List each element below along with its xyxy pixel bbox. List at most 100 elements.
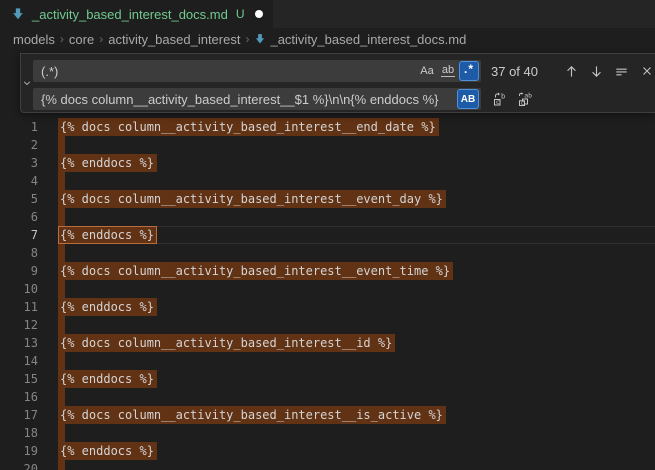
previous-match-button[interactable] xyxy=(561,61,582,82)
code-line[interactable]: 20 xyxy=(0,460,655,470)
match-case-toggle[interactable]: Aa xyxy=(417,61,437,81)
code-line[interactable]: 10 xyxy=(0,280,655,298)
breadcrumb-item-file[interactable]: _activity_based_interest_docs.md xyxy=(254,32,466,47)
replace-input[interactable] xyxy=(33,88,457,110)
code-line[interactable]: 6 xyxy=(0,208,655,226)
empty-line-match-highlight xyxy=(58,136,65,154)
markdown-file-icon xyxy=(10,6,26,22)
empty-line-match-highlight xyxy=(58,280,65,298)
replace-icon: b c xyxy=(492,91,508,107)
find-match-highlight: {% enddocs %} xyxy=(58,298,157,316)
line-number: 8 xyxy=(0,244,38,262)
line-content xyxy=(60,136,65,154)
whole-word-toggle[interactable]: ab xyxy=(438,61,458,81)
close-icon xyxy=(640,64,654,78)
empty-line-match-highlight xyxy=(58,424,65,442)
replace-all-icon: ab c xyxy=(517,91,533,107)
chevron-down-icon xyxy=(22,78,32,88)
line-content xyxy=(60,388,65,406)
code-line[interactable]: 19{% enddocs %} xyxy=(0,442,655,460)
empty-line-match-highlight xyxy=(58,172,65,190)
code-line[interactable]: 18 xyxy=(0,424,655,442)
code-line[interactable]: 12 xyxy=(0,316,655,334)
editor-pane[interactable]: 1{% docs column__activity_based_interest… xyxy=(0,50,655,470)
replace-all-button[interactable]: ab c xyxy=(514,89,535,110)
find-input[interactable] xyxy=(33,60,417,82)
line-content xyxy=(60,208,65,226)
close-find-widget-button[interactable] xyxy=(636,61,655,82)
find-replace-widget: Aa ab .* 37 of 40 xyxy=(20,53,655,113)
code-line[interactable]: 16 xyxy=(0,388,655,406)
svg-text:b: b xyxy=(501,93,505,101)
line-number: 3 xyxy=(0,154,38,172)
line-number: 5 xyxy=(0,190,38,208)
svg-text:ab: ab xyxy=(524,92,532,100)
empty-line-match-highlight xyxy=(58,244,65,262)
replace-input-box: AB xyxy=(33,88,481,110)
breadcrumb-item-core[interactable]: core xyxy=(69,32,94,47)
code-line[interactable]: 4 xyxy=(0,172,655,190)
markdown-file-icon xyxy=(254,33,266,45)
line-number: 12 xyxy=(0,316,38,334)
breadcrumb-item-models[interactable]: models xyxy=(13,32,55,47)
line-number: 15 xyxy=(0,370,38,388)
svg-text:c: c xyxy=(495,98,499,106)
line-number: 13 xyxy=(0,334,38,352)
code-line[interactable]: 13 {% docs column__activity_based_interes… xyxy=(0,334,655,352)
line-content: {% enddocs %} xyxy=(60,154,154,172)
code-line[interactable]: 1{% docs column__activity_based_interest… xyxy=(0,118,655,136)
breadcrumb: models › core › activity_based_interest … xyxy=(0,28,655,50)
code-line[interactable]: 2 xyxy=(0,136,655,154)
tab-active-file[interactable]: _activity_based_interest_docs.md U xyxy=(0,0,273,28)
code-line[interactable]: 14 xyxy=(0,352,655,370)
line-content: {% docs column__activity_based_interest_… xyxy=(60,334,392,352)
code-line[interactable]: 15 {% enddocs %} xyxy=(0,370,655,388)
empty-line-match-highlight xyxy=(58,352,65,370)
line-content: {% docs column__activity_based_interest_… xyxy=(60,406,443,424)
code-lines: 1{% docs column__activity_based_interest… xyxy=(0,118,655,470)
line-number: 10 xyxy=(0,280,38,298)
empty-line-match-highlight xyxy=(58,388,65,406)
line-number: 17 xyxy=(0,406,38,424)
code-line[interactable]: 9 {% docs column__activity_based_interest… xyxy=(0,262,655,280)
find-match-highlight: {% docs column__activity_based_interest_… xyxy=(58,334,395,352)
code-line[interactable]: 3 {% enddocs %} xyxy=(0,154,655,172)
code-line[interactable]: 11 {% enddocs %} xyxy=(0,298,655,316)
line-content xyxy=(60,352,65,370)
line-content xyxy=(60,316,65,334)
code-line[interactable]: 17 {% docs column__activity_based_interes… xyxy=(0,406,655,424)
breadcrumb-separator: › xyxy=(240,32,254,46)
code-line[interactable]: 5 {% docs column__activity_based_interest… xyxy=(0,190,655,208)
next-match-button[interactable] xyxy=(586,61,607,82)
line-content xyxy=(60,280,65,298)
find-match-highlight: {% docs column__activity_based_interest_… xyxy=(58,262,453,280)
line-number: 6 xyxy=(0,208,38,226)
line-content xyxy=(60,244,65,262)
line-content: {% docs column__activity_based_interest_… xyxy=(60,190,443,208)
unsaved-changes-dot[interactable] xyxy=(255,10,263,18)
replace-button[interactable]: b c xyxy=(489,89,510,110)
code-line[interactable]: 8 xyxy=(0,244,655,262)
arrow-up-icon xyxy=(564,64,579,79)
toggle-replace-button[interactable] xyxy=(21,54,33,112)
line-number: 11 xyxy=(0,298,38,316)
line-content xyxy=(60,424,65,442)
regex-toggle[interactable]: .* xyxy=(459,61,479,81)
line-number: 2 xyxy=(0,136,38,154)
tab-filename: _activity_based_interest_docs.md xyxy=(32,7,228,22)
line-number: 9 xyxy=(0,262,38,280)
arrow-down-icon xyxy=(589,64,604,79)
breadcrumb-item-activity-based-interest[interactable]: activity_based_interest xyxy=(108,32,240,47)
find-in-selection-button[interactable] xyxy=(611,61,632,82)
find-match-highlight: {% enddocs %} xyxy=(58,442,157,460)
empty-line-match-highlight xyxy=(58,460,65,470)
empty-line-match-highlight xyxy=(58,316,65,334)
find-match-highlight: {% enddocs %} xyxy=(58,154,157,172)
empty-line-match-highlight xyxy=(58,208,65,226)
svg-text:c: c xyxy=(520,100,524,107)
code-line[interactable]: 7{% enddocs %} xyxy=(0,226,655,244)
preserve-case-toggle[interactable]: AB xyxy=(457,89,479,109)
find-match-highlight: {% docs column__activity_based_interest_… xyxy=(58,118,439,136)
find-match-highlight: {% enddocs %} xyxy=(58,370,157,388)
line-content: {% enddocs %} xyxy=(60,226,154,244)
